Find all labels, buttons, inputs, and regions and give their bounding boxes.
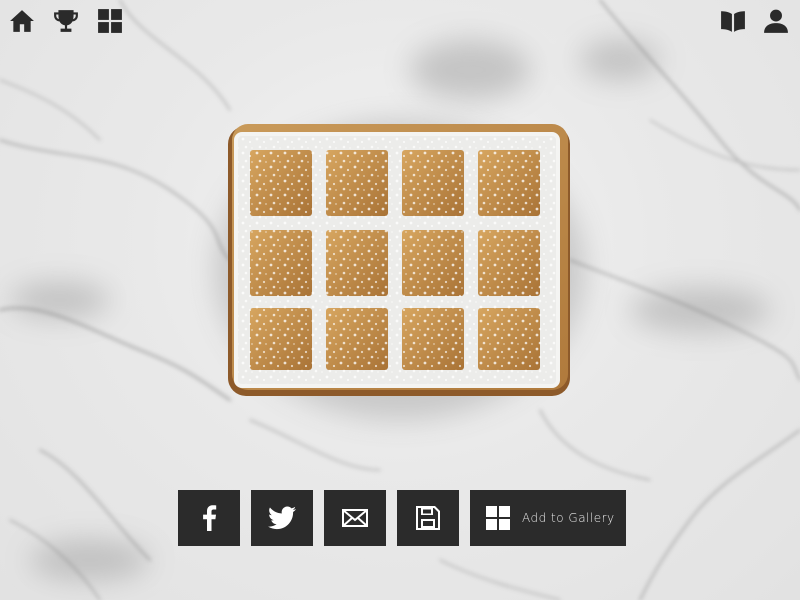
book-icon — [721, 11, 745, 32]
email-share-button[interactable] — [324, 490, 386, 546]
waffle-image — [228, 124, 570, 396]
profile-button[interactable] — [763, 8, 789, 34]
email-icon — [342, 509, 368, 527]
facebook-icon — [203, 505, 217, 531]
grid-icon — [98, 9, 122, 33]
share-toolbar: Add to Gallery — [178, 490, 626, 546]
grid-icon — [486, 506, 510, 530]
photo-canvas: Add to Gallery — [0, 0, 800, 600]
home-button[interactable] — [9, 8, 35, 34]
facebook-share-button[interactable] — [178, 490, 240, 546]
twitter-share-button[interactable] — [251, 490, 313, 546]
book-button[interactable] — [720, 8, 746, 34]
trophy-icon — [54, 10, 78, 32]
home-icon — [10, 10, 34, 32]
profile-icon — [764, 9, 788, 33]
save-button[interactable] — [397, 490, 459, 546]
add-to-gallery-button[interactable]: Add to Gallery — [470, 490, 626, 546]
trophy-button[interactable] — [53, 8, 79, 34]
gallery-grid-button[interactable] — [97, 8, 123, 34]
save-icon — [416, 506, 440, 530]
add-to-gallery-label: Add to Gallery — [522, 511, 615, 525]
twitter-icon — [268, 506, 296, 530]
